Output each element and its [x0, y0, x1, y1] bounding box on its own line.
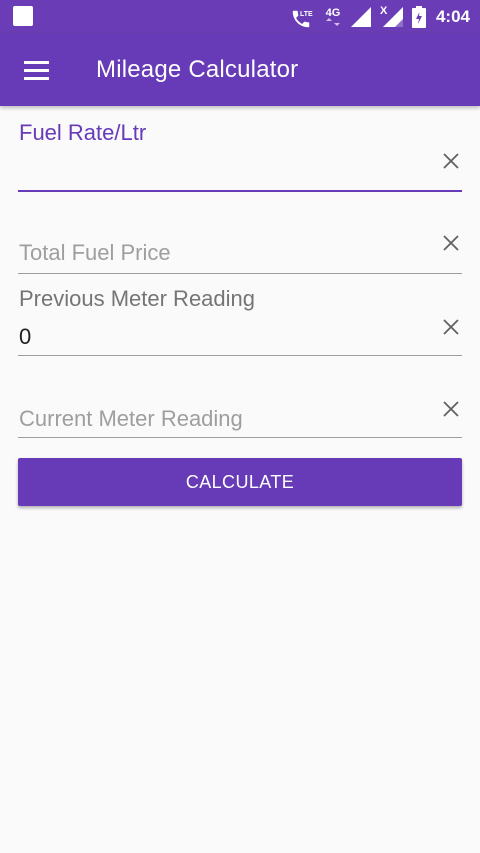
status-icons: LTE 4G X 4:04 [290, 0, 470, 34]
data-arrows-icon [325, 18, 340, 26]
roaming-mark: X [379, 5, 388, 17]
signal-icon [350, 7, 371, 27]
total-fuel-price-underline [18, 273, 462, 274]
fuel-rate-field: Fuel Rate/Ltr [18, 118, 462, 198]
current-meter-field [18, 394, 462, 444]
lte-tag: LTE [299, 11, 313, 18]
previous-meter-label: Previous Meter Reading [19, 286, 256, 311]
clear-previous-meter-icon[interactable] [440, 316, 462, 338]
network-type-label: 4G [325, 7, 341, 19]
clear-current-meter-icon[interactable] [440, 398, 462, 420]
battery-icon [411, 6, 426, 28]
clear-total-fuel-price-icon[interactable] [440, 232, 462, 254]
current-meter-input[interactable] [18, 404, 439, 434]
signal-no-data-indicator: X [380, 5, 404, 29]
calculate-button[interactable]: CALCULATE [18, 458, 462, 506]
clear-fuel-rate-icon[interactable] [440, 150, 462, 172]
previous-meter-underline [18, 355, 462, 356]
app-bar: Mileage Calculator [0, 34, 480, 106]
previous-meter-field: Previous Meter Reading [18, 284, 462, 360]
fuel-rate-underline [18, 190, 462, 192]
total-fuel-price-field [18, 228, 462, 278]
previous-meter-input[interactable] [18, 322, 439, 352]
volte-call-icon: LTE [290, 6, 316, 28]
total-fuel-price-input[interactable] [18, 238, 439, 268]
fuel-rate-input[interactable] [18, 158, 439, 188]
current-meter-underline [18, 437, 462, 438]
network-type-indicator: 4G [324, 8, 342, 26]
status-bar: LTE 4G X 4:04 [0, 0, 480, 34]
fuel-rate-label: Fuel Rate/Ltr [19, 120, 147, 145]
hamburger-menu-icon[interactable] [18, 54, 56, 86]
clock: 4:04 [435, 7, 470, 26]
notification-square-icon [13, 6, 33, 26]
app-title: Mileage Calculator [96, 56, 299, 83]
